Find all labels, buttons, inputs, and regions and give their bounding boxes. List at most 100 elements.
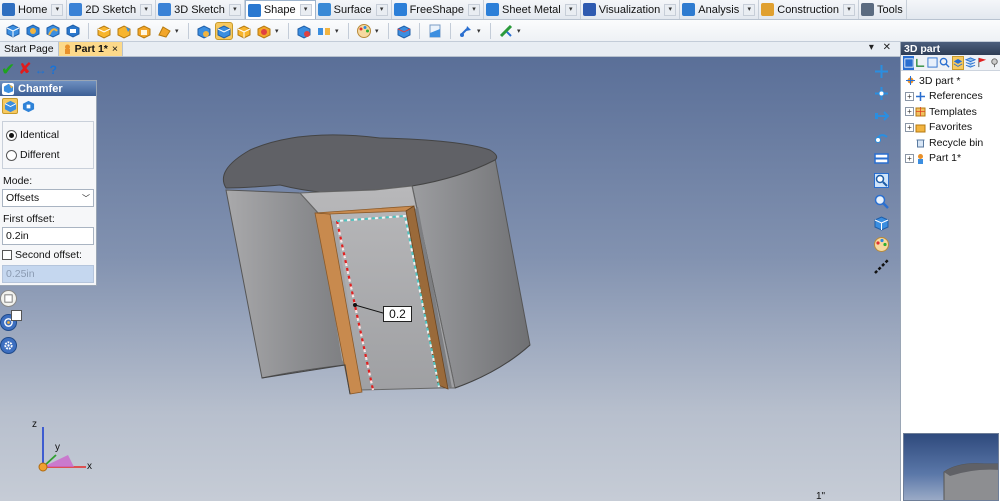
extrude-tool-icon[interactable] — [4, 22, 22, 40]
tree-layers-icon[interactable] — [951, 55, 964, 70]
second-offset-checkbox[interactable] — [2, 250, 12, 260]
sketch-tool-icon[interactable] — [0, 290, 17, 307]
chevron-down-icon[interactable]: ▾ — [299, 4, 312, 16]
options-checkbox-icon[interactable] — [11, 310, 22, 321]
tree-stack-icon[interactable] — [964, 56, 976, 70]
menu-tab-analysis[interactable]: Analysis ▾ — [680, 0, 760, 19]
pin-arrow-icon[interactable]: ↔ — [35, 63, 47, 77]
chamfer-active-tool-icon[interactable] — [215, 21, 233, 40]
tree-item-templates[interactable]: + Templates — [901, 104, 1000, 120]
tab-start-page[interactable]: Start Page — [0, 42, 59, 56]
menu-tab-home[interactable]: Home ▾ — [0, 0, 68, 19]
tree-item-references[interactable]: + References — [901, 89, 1000, 105]
render-style-icon[interactable] — [871, 235, 891, 253]
chevron-down-icon[interactable]: ▾ — [375, 3, 388, 16]
sweep-tool-icon[interactable] — [44, 22, 62, 40]
menu-tab-visualization[interactable]: Visualization ▾ — [581, 0, 681, 19]
draft-tool-icon[interactable] — [155, 22, 173, 40]
different-option[interactable]: Different — [3, 145, 93, 165]
chevron-down-icon[interactable]: ▾ — [664, 3, 677, 16]
appearance-palette-icon[interactable] — [355, 22, 373, 40]
tree-expand-toggle[interactable]: + — [905, 122, 914, 132]
tree-expand-toggle[interactable]: + — [905, 107, 914, 117]
loft-tool-icon[interactable] — [64, 22, 82, 40]
menu-tab-surface[interactable]: Surface ▾ — [316, 0, 392, 19]
chamfer-tool-icon[interactable] — [115, 22, 133, 40]
different-radio[interactable] — [6, 149, 17, 161]
boolean-subtract-icon[interactable] — [235, 22, 253, 40]
toolbar-dropdown-arrow[interactable]: ▾ — [517, 27, 524, 35]
tree-filter-icon[interactable] — [927, 56, 938, 70]
insert-part-icon[interactable] — [395, 22, 413, 40]
tab-part-1[interactable]: Part 1* × — [58, 42, 124, 56]
toolbar-dropdown-arrow[interactable]: ▾ — [335, 27, 342, 35]
view-orientation-icon[interactable] — [871, 149, 891, 167]
zoom-icon[interactable] — [871, 192, 891, 210]
tree-search-icon[interactable] — [939, 56, 951, 70]
revolve-tool-icon[interactable] — [24, 22, 42, 40]
model-preview-thumbnail[interactable] — [903, 433, 999, 501]
chevron-down-icon[interactable]: ▾ — [564, 3, 577, 16]
move-tool-icon[interactable] — [457, 22, 475, 40]
help-icon[interactable]: ? — [50, 63, 57, 77]
mirror-tool-icon[interactable] — [315, 22, 333, 40]
tree-flag-icon[interactable] — [977, 56, 988, 70]
orbit-tool-icon[interactable] — [871, 127, 891, 145]
menu-tab-2d-sketch[interactable]: 2D Sketch ▾ — [67, 0, 157, 19]
snap-point-icon[interactable] — [871, 62, 891, 80]
section-line-icon[interactable] — [871, 257, 891, 275]
chamfer-face-type-icon[interactable] — [20, 98, 36, 114]
toolbar-dropdown-arrow[interactable]: ▾ — [477, 27, 484, 35]
cancel-x-icon[interactable]: ✘ — [18, 62, 31, 78]
menu-tab-sheet-metal[interactable]: Sheet Metal ▾ — [484, 0, 581, 19]
chevron-down-icon[interactable]: ▾ — [743, 3, 756, 16]
dimension-tool-icon[interactable] — [871, 106, 891, 124]
menu-tab-freeshape[interactable]: FreeShape ▾ — [392, 0, 485, 19]
pattern-tool-icon[interactable] — [295, 22, 313, 40]
fillet-tool-icon[interactable] — [95, 22, 113, 40]
boolean-union-icon[interactable] — [195, 22, 213, 40]
chamfer-edge-type-icon[interactable] — [2, 98, 18, 114]
tree-expand-icon[interactable] — [915, 56, 926, 70]
settings-gear-icon[interactable] — [0, 337, 17, 354]
surface-tool-icon[interactable] — [426, 22, 444, 40]
tree-expand-toggle[interactable]: + — [905, 153, 914, 163]
tree-item-3d-part[interactable]: 3D part * — [901, 73, 1000, 89]
part-model[interactable] — [0, 57, 900, 501]
chevron-down-icon[interactable]: ▾ — [843, 3, 856, 16]
measure-tool-icon[interactable] — [497, 22, 515, 40]
first-offset-input[interactable]: 0.2in — [2, 227, 94, 245]
view-cube-icon[interactable] — [871, 214, 891, 232]
tree-item-part-1[interactable]: + Part 1* — [901, 151, 1000, 167]
menu-tab-construction[interactable]: Construction ▾ — [759, 0, 860, 19]
toolbar-dropdown-arrow[interactable]: ▾ — [275, 27, 282, 35]
tree-view-icon[interactable] — [903, 55, 915, 70]
identical-option[interactable]: Identical — [3, 125, 93, 145]
triad-tool-icon[interactable] — [871, 84, 891, 102]
tree-item-recycle-bin[interactable]: Recycle bin — [901, 135, 1000, 151]
menu-tab-tools[interactable]: Tools — [859, 0, 907, 19]
mode-select[interactable]: Offsets ﹀ — [2, 189, 94, 207]
boolean-intersect-icon[interactable] — [255, 22, 273, 40]
zoom-window-icon[interactable] — [871, 171, 891, 189]
identical-radio[interactable] — [6, 129, 17, 141]
chevron-down-icon[interactable]: ▾ — [140, 3, 153, 16]
3d-viewport[interactable]: 0.2 z y x 1" — [0, 57, 900, 501]
toolbar-dropdown-arrow[interactable]: ▾ — [175, 27, 182, 35]
tree-pin-icon[interactable] — [989, 56, 1000, 70]
menu-tab-shape[interactable]: Shape ▾ — [244, 0, 316, 19]
document-window-controls[interactable]: ▾ ✕ — [869, 42, 894, 53]
shell-tool-icon[interactable] — [135, 22, 153, 40]
second-offset-option[interactable]: Second offset: — [0, 248, 96, 262]
chamfer-dimension-label[interactable]: 0.2 — [383, 306, 412, 322]
menu-tab-3d-sketch[interactable]: 3D Sketch ▾ — [156, 0, 245, 19]
toolbar-dropdown-arrow[interactable]: ▾ — [375, 27, 382, 35]
chevron-down-icon[interactable]: ▾ — [51, 3, 64, 16]
close-tab-icon[interactable]: × — [112, 43, 118, 55]
chevron-down-icon[interactable]: ▾ — [228, 3, 241, 16]
tree-expand-toggle[interactable]: + — [905, 91, 914, 101]
tree-item-label: References — [929, 90, 983, 103]
chevron-down-icon[interactable]: ▾ — [468, 3, 481, 16]
tree-item-favorites[interactable]: + Favorites — [901, 120, 1000, 136]
ok-checkmark-icon[interactable]: ✔ — [1, 61, 15, 78]
